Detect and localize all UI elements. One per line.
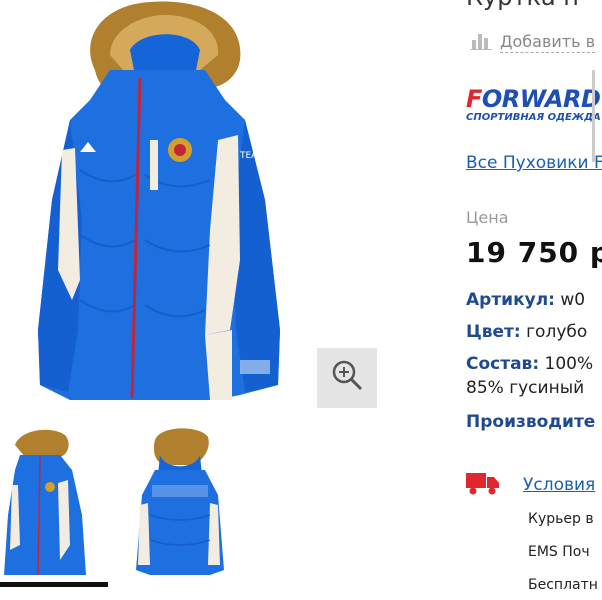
article-value: w0	[554, 290, 586, 310]
magnifier-plus-icon	[327, 356, 367, 400]
price-value: 19 750 р	[466, 236, 602, 269]
add-to-compare-label: Добавить в	[500, 31, 596, 53]
delivery-terms[interactable]: Условия	[466, 470, 595, 500]
price-label: Цена	[466, 208, 509, 227]
thumbnail-front[interactable]	[0, 425, 90, 585]
add-to-compare[interactable]: Добавить в	[470, 30, 596, 54]
maker-row: Производите	[466, 411, 595, 433]
active-thumbnail-indicator	[0, 582, 108, 587]
color-row: Цвет: голубо	[466, 321, 587, 343]
color-value: голубо	[520, 322, 588, 342]
article-key: Артикул:	[466, 290, 555, 310]
color-key: Цвет:	[466, 322, 521, 342]
composition-value-2: 85% гусиный	[466, 378, 585, 398]
brand-logo-initial: F	[466, 85, 482, 113]
brand-logo-rest: ORWARD	[481, 85, 601, 113]
composition-key: Состав:	[466, 354, 540, 374]
product-title: Куртка п	[466, 0, 579, 11]
category-link[interactable]: Все Пуховики F	[466, 153, 602, 173]
maker-key: Производите	[466, 412, 596, 432]
delivery-terms-link[interactable]: Условия	[523, 475, 595, 495]
scroll-edge	[592, 70, 595, 162]
thumbnail-back[interactable]	[130, 425, 230, 585]
brand-logo[interactable]: FORWARD СПОРТИВНАЯ ОДЕЖДА	[466, 86, 601, 124]
delivery-option: Бесплатн	[528, 577, 598, 593]
article-row: Артикул: w0	[466, 289, 585, 311]
delivery-option: EMS Поч	[528, 544, 590, 560]
bar-chart-icon	[470, 30, 492, 54]
composition-line2: 85% гусиный	[466, 377, 584, 399]
truck-icon	[466, 470, 500, 500]
composition-value: 100%	[539, 354, 594, 374]
zoom-button[interactable]	[317, 348, 377, 408]
svg-text:TEAM: TEAM	[239, 151, 265, 161]
composition-row: Состав: 100%	[466, 353, 593, 375]
delivery-option: Курьер в	[528, 511, 594, 527]
main-product-photo[interactable]: TEAM	[0, 0, 330, 405]
brand-tagline: СПОРТИВНАЯ ОДЕЖДА	[466, 112, 601, 123]
